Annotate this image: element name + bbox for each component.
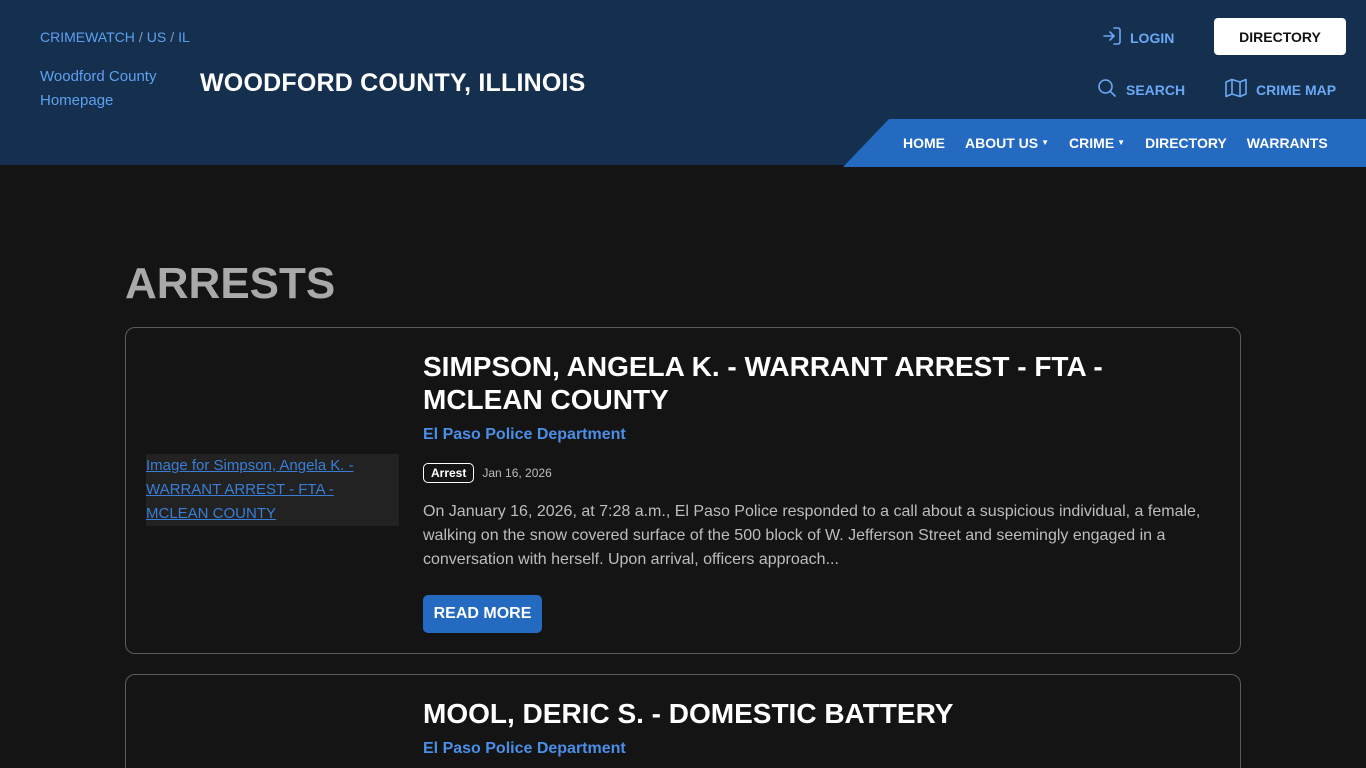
article-meta: Arrest Jan 16, 2026 bbox=[423, 463, 552, 483]
nav-crime[interactable]: CRIME ▼ bbox=[1069, 135, 1125, 151]
read-more-button[interactable]: READ MORE bbox=[423, 595, 542, 633]
nav-directory-label: DIRECTORY bbox=[1145, 135, 1227, 151]
login-link[interactable]: LOGIN bbox=[1102, 26, 1174, 49]
article-card: MOOL, DERIC S. - DOMESTIC BATTERY El Pas… bbox=[125, 674, 1241, 768]
nav-warrants-label: WARRANTS bbox=[1246, 135, 1328, 151]
search-icon bbox=[1097, 78, 1117, 101]
nav-about-us-label: ABOUT US bbox=[965, 135, 1039, 151]
main-nav: HOME ABOUT US ▼ CRIME ▼ DIRECTORY WARRANTS bbox=[843, 119, 1366, 167]
nav-home[interactable]: HOME bbox=[903, 135, 945, 151]
category-badge[interactable]: Arrest bbox=[423, 463, 475, 483]
article-agency-link[interactable]: El Paso Police Department bbox=[423, 426, 626, 444]
article-title[interactable]: MOOL, DERIC S. - DOMESTIC BATTERY bbox=[423, 697, 1213, 730]
breadcrumb-separator: / bbox=[170, 29, 175, 45]
breadcrumb-separator: / bbox=[138, 29, 143, 45]
article-agency-link[interactable]: El Paso Police Department bbox=[423, 740, 626, 758]
breadcrumb-us[interactable]: US bbox=[147, 29, 166, 45]
search-link[interactable]: SEARCH bbox=[1097, 78, 1185, 101]
site-header: CRIMEWATCH / US / IL Woodford County Homepag… bbox=[0, 0, 1366, 167]
county-logo-link[interactable]: Woodford County Homepage bbox=[40, 65, 180, 113]
login-label: LOGIN bbox=[1130, 29, 1175, 46]
nav-home-label: HOME bbox=[903, 135, 945, 151]
page-title: ARRESTS bbox=[125, 259, 336, 308]
article-card: Image for Simpson, Angela K. - WARRANT A… bbox=[125, 327, 1241, 654]
nav-crime-label: CRIME bbox=[1069, 135, 1115, 151]
article-title[interactable]: SIMPSON, ANGELA K. - WARRANT ARREST - FT… bbox=[423, 350, 1213, 416]
nav-warrants[interactable]: WARRANTS bbox=[1247, 135, 1328, 151]
map-icon bbox=[1225, 78, 1247, 101]
breadcrumb-crimewatch[interactable]: CRIMEWATCH bbox=[40, 29, 135, 45]
crime-map-link[interactable]: CRIME MAP bbox=[1225, 78, 1336, 101]
crime-map-label: CRIME MAP bbox=[1256, 81, 1337, 98]
breadcrumb: CRIMEWATCH / US / IL bbox=[40, 29, 190, 45]
search-label: SEARCH bbox=[1126, 81, 1186, 98]
article-image-link[interactable]: Image for Simpson, Angela K. - WARRANT A… bbox=[146, 454, 399, 526]
site-title[interactable]: WOODFORD COUNTY, ILLINOIS bbox=[200, 69, 586, 98]
article-date: Jan 16, 2026 bbox=[482, 466, 552, 480]
caret-down-icon: ▼ bbox=[1041, 138, 1050, 147]
login-icon bbox=[1102, 26, 1122, 49]
nav-directory[interactable]: DIRECTORY bbox=[1145, 135, 1227, 151]
caret-down-icon: ▼ bbox=[1117, 138, 1126, 147]
nav-about-us[interactable]: ABOUT US ▼ bbox=[965, 135, 1049, 151]
directory-button[interactable]: DIRECTORY bbox=[1214, 18, 1346, 55]
breadcrumb-il[interactable]: IL bbox=[178, 29, 190, 45]
article-excerpt: On January 16, 2026, at 7:28 a.m., El Pa… bbox=[423, 503, 1201, 568]
